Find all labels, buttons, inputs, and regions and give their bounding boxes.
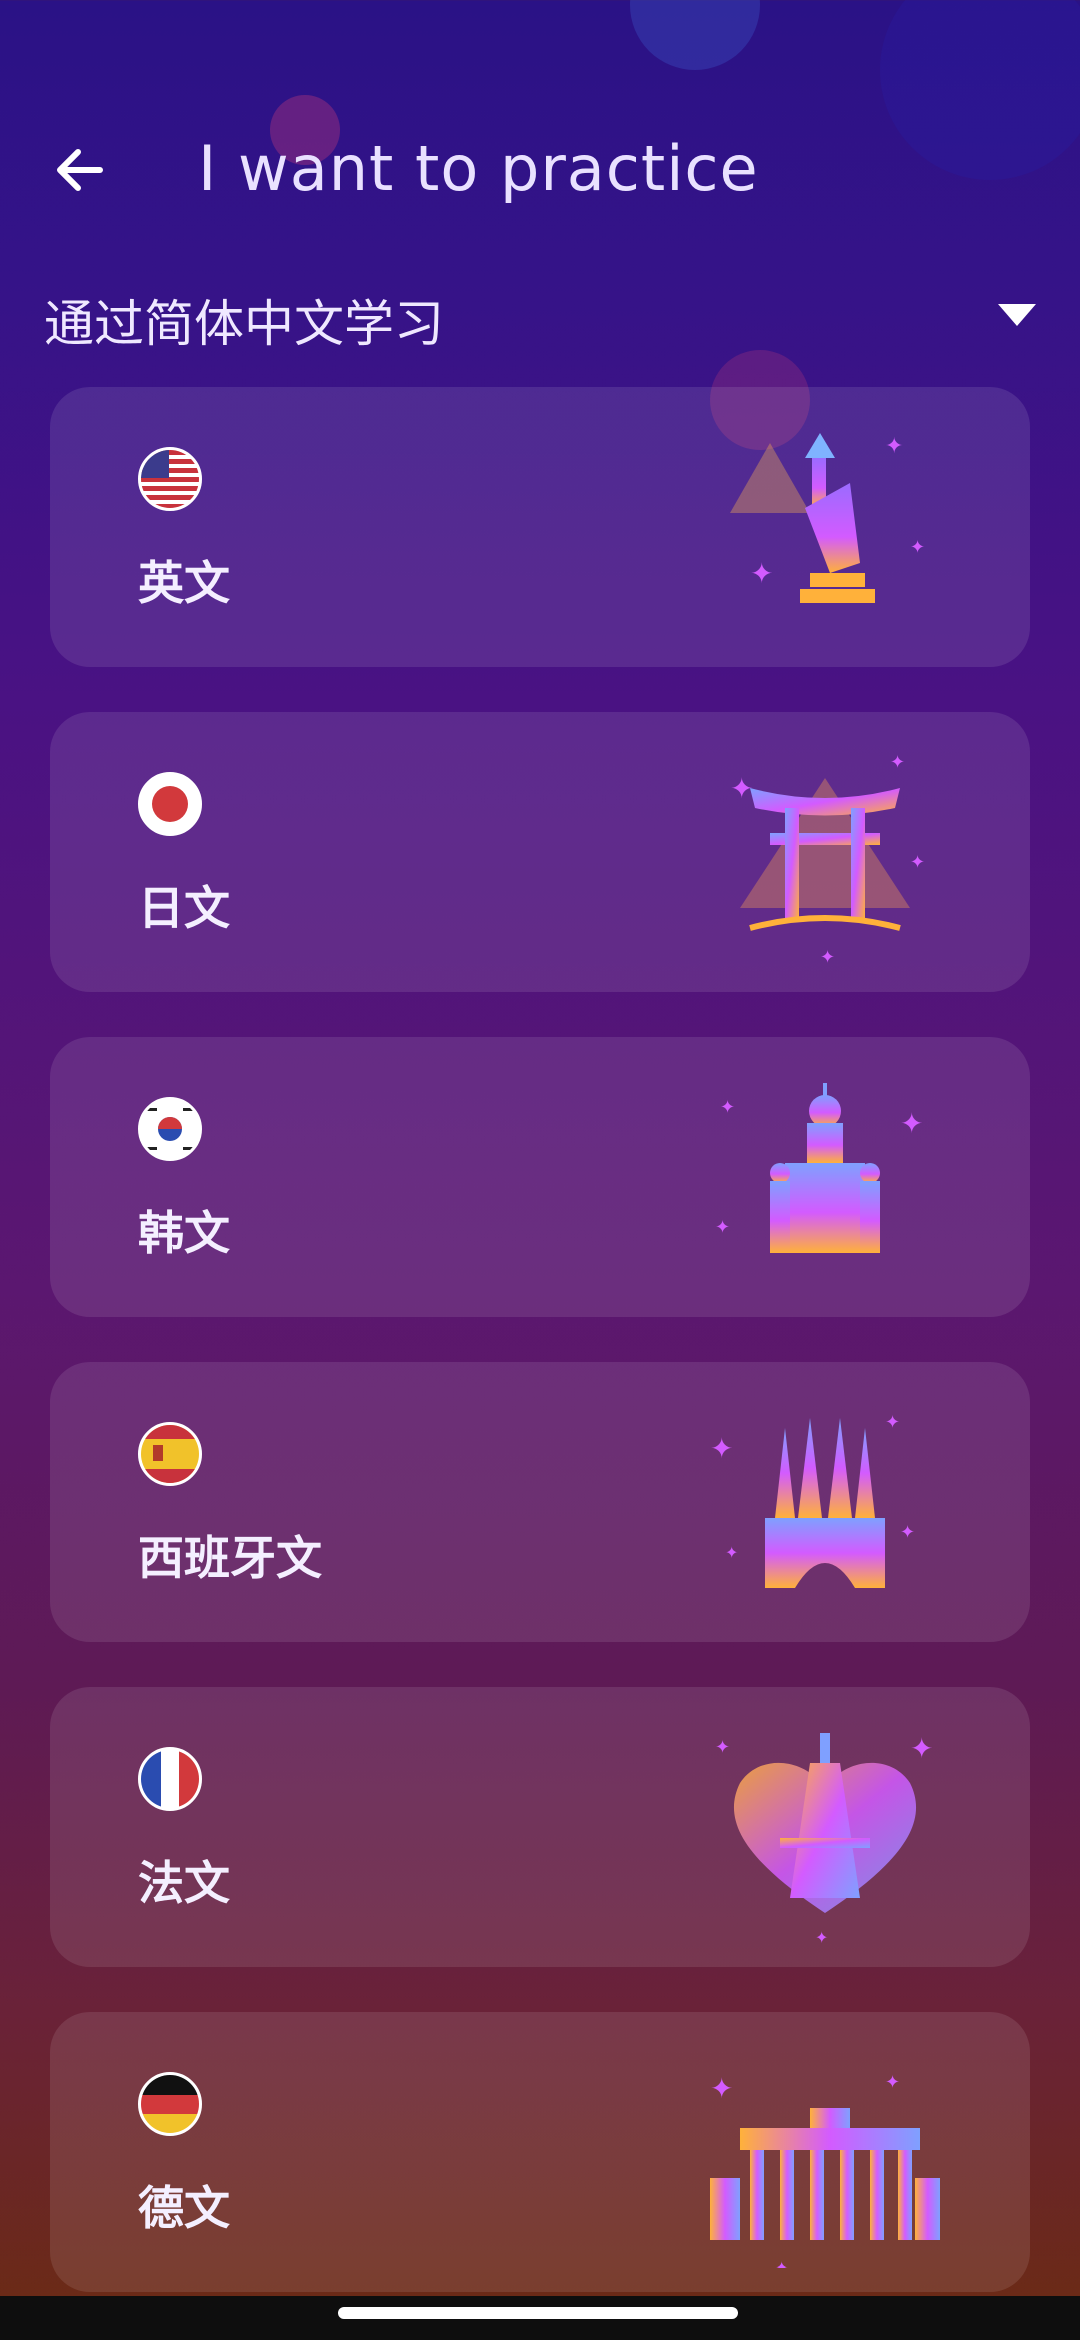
torii-gate-icon: ✦ ✦ ✦ ✦ — [730, 752, 925, 968]
svg-text:✦: ✦ — [815, 1928, 828, 1943]
chevron-down-icon — [998, 304, 1036, 326]
svg-text:✦: ✦ — [775, 2258, 788, 2268]
language-card-spanish[interactable]: 西班牙文 ✦ ✦ ✦ ✦ — [50, 1362, 1030, 1642]
language-card-french[interactable]: 法文 ✦ ✦ ✦ — [50, 1687, 1030, 1967]
svg-text:✦: ✦ — [900, 1107, 923, 1140]
header: I want to practice — [0, 110, 1080, 230]
svg-text:✦: ✦ — [820, 947, 835, 968]
sagrada-familia-icon: ✦ ✦ ✦ ✦ — [710, 1412, 915, 1588]
language-card-german[interactable]: 德文 ✦ ✦ ✦ — [50, 2012, 1030, 2292]
svg-text:✦: ✦ — [910, 852, 925, 873]
us-flag-icon — [138, 447, 202, 511]
source-language-dropdown[interactable]: 通过简体中文学习 — [44, 280, 1044, 353]
svg-text:✦: ✦ — [885, 1412, 900, 1433]
svg-text:✦: ✦ — [710, 2072, 733, 2105]
brandenburg-gate-icon: ✦ ✦ ✦ — [710, 2072, 940, 2268]
svg-text:✦: ✦ — [730, 772, 753, 805]
language-label: 韩文 — [138, 1206, 230, 1260]
planet-decoration — [630, 0, 760, 70]
svg-text:✦: ✦ — [715, 1217, 730, 1238]
svg-text:✦: ✦ — [900, 1522, 915, 1543]
language-label: 西班牙文 — [138, 1531, 322, 1585]
language-card-japanese[interactable]: 日文 ✦ ✦ ✦ ✦ — [50, 712, 1030, 992]
korea-flag-icon — [138, 1097, 202, 1161]
japan-flag-icon — [138, 772, 202, 836]
svg-text:✦: ✦ — [750, 557, 773, 590]
source-language-label: 通过简体中文学习 — [44, 295, 444, 353]
svg-text:✦: ✦ — [725, 1543, 738, 1562]
back-button[interactable] — [50, 140, 110, 200]
palace-icon: ✦ ✦ ✦ — [715, 1083, 923, 1253]
germany-flag-icon — [138, 2072, 202, 2136]
back-arrow-icon — [57, 149, 103, 191]
language-label: 日文 — [138, 881, 230, 935]
spain-flag-icon — [138, 1422, 202, 1486]
language-label: 法文 — [138, 1856, 230, 1910]
page-title: I want to practice — [198, 132, 759, 205]
svg-text:✦: ✦ — [885, 434, 903, 459]
svg-text:✦: ✦ — [890, 752, 905, 773]
eiffel-tower-icon: ✦ ✦ ✦ — [715, 1732, 933, 1943]
svg-text:✦: ✦ — [720, 1097, 735, 1118]
language-card-korean[interactable]: 韩文 ✦ ✦ ✦ — [50, 1037, 1030, 1317]
statue-of-liberty-icon: ✦ ✦ ✦ — [730, 433, 925, 603]
svg-text:✦: ✦ — [885, 2072, 900, 2093]
language-label: 英文 — [138, 556, 230, 610]
language-card-english[interactable]: 英文 ✦ ✦ ✦ — [50, 387, 1030, 667]
france-flag-icon — [138, 1747, 202, 1811]
svg-text:✦: ✦ — [710, 1432, 733, 1465]
svg-text:✦: ✦ — [910, 1732, 933, 1765]
home-indicator[interactable] — [338, 2307, 738, 2319]
language-label: 德文 — [138, 2181, 230, 2235]
svg-text:✦: ✦ — [910, 537, 925, 558]
svg-text:✦: ✦ — [715, 1737, 730, 1758]
